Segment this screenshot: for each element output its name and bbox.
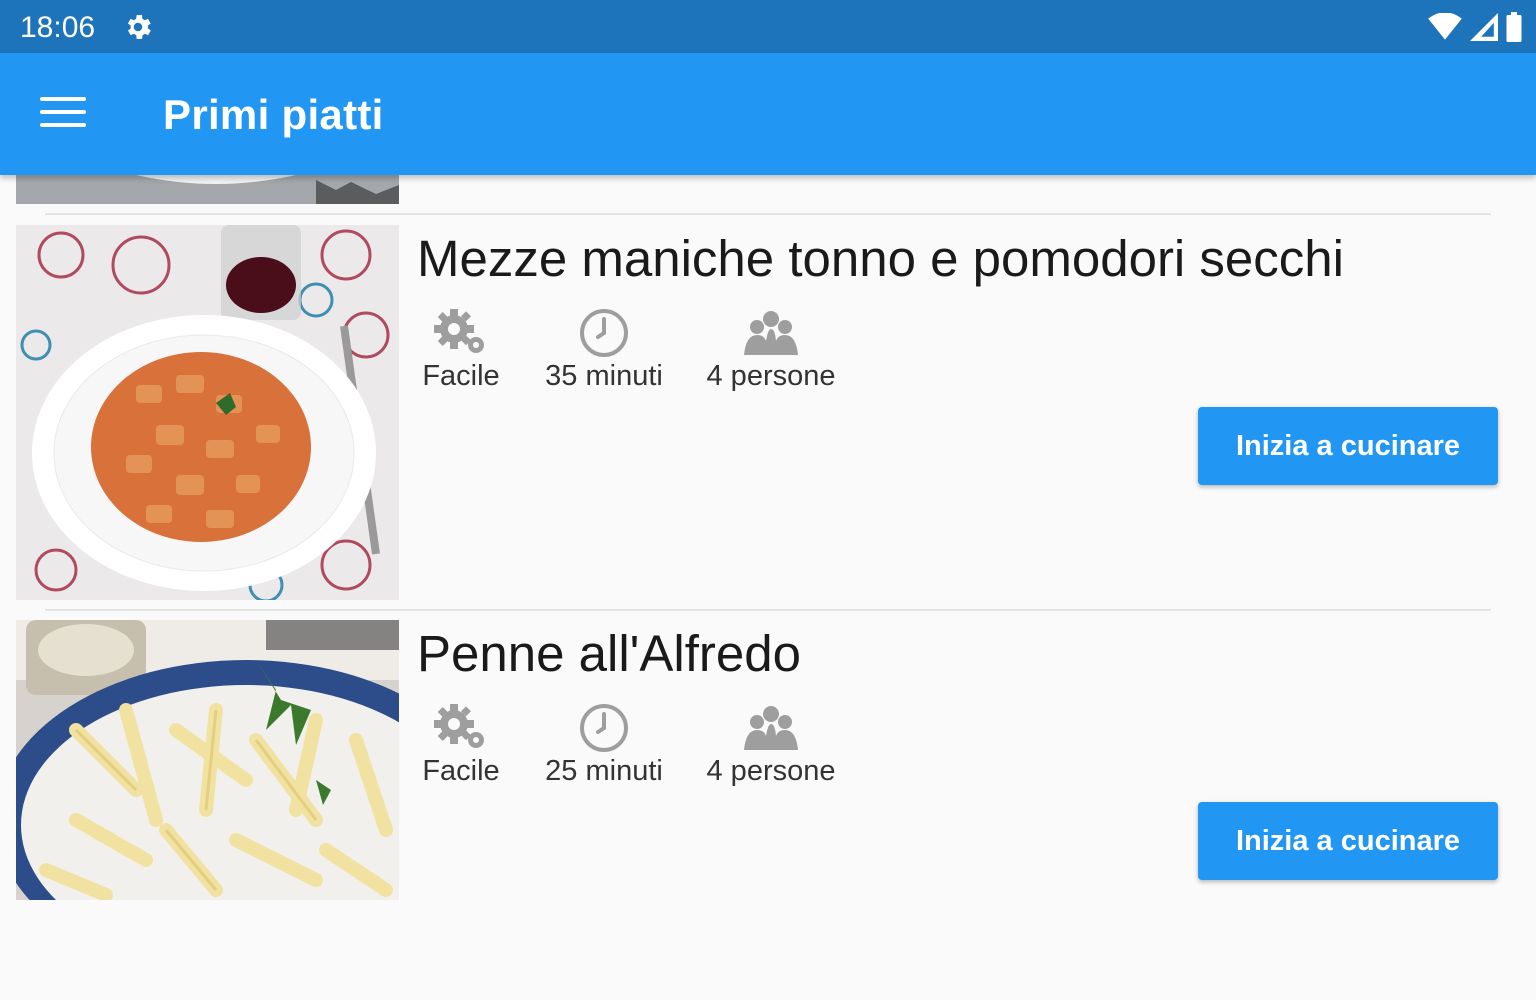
- list-divider: [45, 213, 1491, 215]
- gears-icon: [434, 704, 484, 748]
- time-label: 35 minuti: [545, 360, 663, 392]
- difficulty-info: Facile: [381, 702, 541, 788]
- previous-recipe-image[interactable]: [16, 175, 399, 204]
- recipe-card[interactable]: Mezze maniche tonno e pomodori secchi Fa…: [0, 225, 1536, 605]
- list-divider: [45, 609, 1491, 611]
- cellular-signal-icon: [1470, 13, 1498, 41]
- servings-label: 4 persone: [706, 360, 836, 392]
- people-icon: [744, 706, 798, 750]
- servings-label: 4 persone: [706, 755, 836, 787]
- battery-icon: [1506, 12, 1522, 42]
- recipe-image[interactable]: [16, 620, 399, 900]
- difficulty-label: Facile: [422, 755, 500, 787]
- difficulty-info: Facile: [381, 307, 541, 393]
- status-icons: [1428, 12, 1522, 42]
- clock-icon: [580, 309, 628, 357]
- time-label: 25 minuti: [545, 755, 663, 787]
- start-cooking-button[interactable]: Inizia a cucinare: [1198, 802, 1498, 880]
- settings-gear-icon: [127, 15, 151, 39]
- recipe-title: Mezze maniche tonno e pomodori secchi: [417, 230, 1344, 287]
- recipe-title: Penne all'Alfredo: [417, 625, 801, 682]
- difficulty-label: Facile: [422, 360, 500, 392]
- servings-info: 4 persone: [691, 702, 851, 788]
- clock-icon: [580, 704, 628, 752]
- time-info: 25 minuti: [524, 702, 684, 788]
- time-info: 35 minuti: [524, 307, 684, 393]
- page-title: Primi piatti: [163, 91, 384, 138]
- status-time: 18:06: [20, 11, 96, 44]
- people-icon: [744, 311, 798, 355]
- start-cooking-button[interactable]: Inizia a cucinare: [1198, 407, 1498, 485]
- recipe-card[interactable]: Penne all'Alfredo Facile 25 minuti 4 per…: [0, 620, 1536, 1000]
- servings-info: 4 persone: [691, 307, 851, 393]
- wifi-icon: [1428, 13, 1462, 40]
- recipe-image[interactable]: [16, 225, 399, 600]
- menu-icon[interactable]: [40, 97, 86, 131]
- app-bar: Primi piatti: [0, 53, 1536, 175]
- status-bar: 18:06: [0, 0, 1536, 53]
- gears-icon: [434, 309, 484, 353]
